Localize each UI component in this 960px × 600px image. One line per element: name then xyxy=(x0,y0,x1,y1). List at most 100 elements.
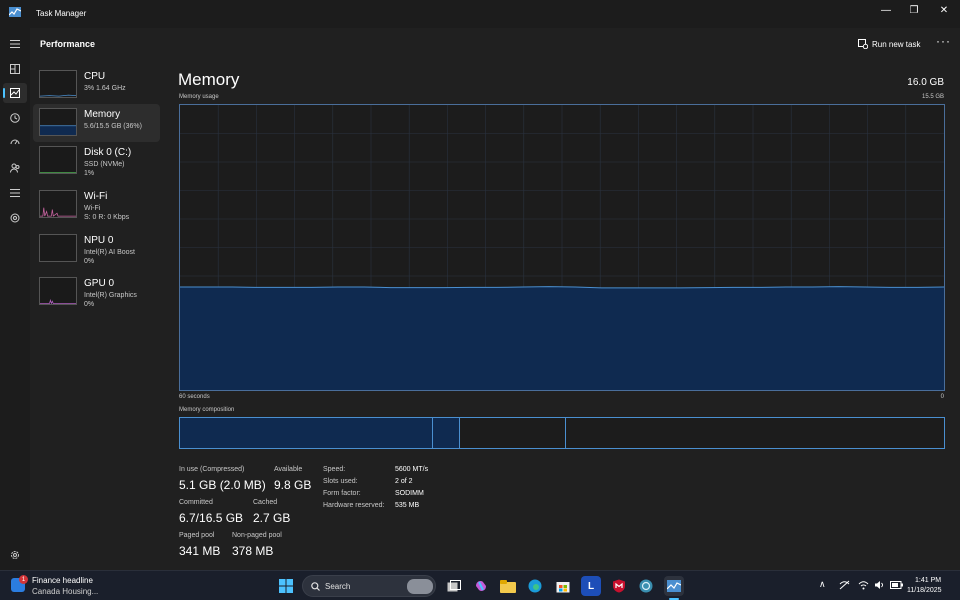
show-hidden-icons-chevron-icon[interactable]: ∧ xyxy=(819,579,826,590)
speed-label: Speed: xyxy=(323,466,346,473)
committed-value: 6.7/16.5 GB xyxy=(179,511,244,525)
form-factor-value: SODIMM xyxy=(395,490,424,497)
battery-icon[interactable] xyxy=(890,581,903,589)
store-button[interactable] xyxy=(553,576,573,596)
sidebar-item-detail: 0% xyxy=(84,258,95,265)
nav-performance[interactable] xyxy=(3,83,27,103)
clock-date[interactable]: 11/18/2025 xyxy=(907,587,942,594)
mcafee-button[interactable] xyxy=(609,576,629,596)
clock-time[interactable]: 1:41 PM xyxy=(915,577,941,584)
npu-thumbnail-graph xyxy=(39,234,77,262)
windows-start-icon xyxy=(279,579,293,593)
startup-icon xyxy=(10,139,20,145)
hardware-reserved-label: Hardware reserved: xyxy=(323,502,385,509)
cached-label: Cached xyxy=(253,499,278,506)
news-headline[interactable]: Finance headline xyxy=(32,576,93,585)
app-circle-button[interactable] xyxy=(636,576,656,596)
available-value: 9.8 GB xyxy=(274,478,312,492)
paged-pool-label: Paged pool xyxy=(179,532,215,539)
gpu-thumbnail-graph xyxy=(39,277,77,305)
edge-browser-button[interactable] xyxy=(525,576,545,596)
nav-settings[interactable] xyxy=(3,545,27,565)
sidebar-item-detail: 3% 1.64 GHz xyxy=(84,85,126,92)
taskbar-search-box[interactable]: Search xyxy=(302,575,436,597)
memory-composition-bar xyxy=(179,417,945,449)
start-button[interactable] xyxy=(276,576,296,596)
slots-used-label: Slots used: xyxy=(323,478,358,485)
window-title: Task Manager xyxy=(36,9,87,18)
more-options-button[interactable]: ··· xyxy=(936,35,951,47)
sidebar-item-label: Disk 0 (C:) xyxy=(84,147,132,158)
restore-button[interactable]: ❐ xyxy=(899,0,929,20)
sidebar-item-disk[interactable]: Disk 0 (C:) SSD (NVMe) 1% xyxy=(33,142,160,180)
minimize-button[interactable]: — xyxy=(871,0,901,20)
wifi-icon[interactable] xyxy=(858,580,869,590)
sidebar-item-label: Memory xyxy=(84,109,121,120)
run-new-task-button[interactable]: Run new task xyxy=(858,37,920,51)
graph-time-start: 60 seconds xyxy=(179,394,210,400)
cpu-thumbnail-graph xyxy=(39,70,77,98)
search-placeholder: Search xyxy=(325,582,351,591)
non-paged-pool-value: 378 MB xyxy=(232,544,274,558)
settings-gear-icon xyxy=(11,551,19,559)
paged-pool-value: 341 MB xyxy=(179,544,221,558)
navigation-rail xyxy=(0,28,30,570)
memory-thumbnail-graph xyxy=(39,108,77,136)
nav-startup-apps[interactable] xyxy=(3,133,27,153)
sidebar-item-label: NPU 0 xyxy=(84,235,114,246)
sidebar-item-cpu[interactable]: CPU 3% 1.64 GHz xyxy=(33,66,160,104)
page-header: Performance Run new task ··· xyxy=(30,28,960,60)
network-off-icon[interactable] xyxy=(839,580,850,590)
history-icon xyxy=(10,113,20,123)
l-app-button[interactable]: L xyxy=(581,576,601,596)
task-view-icon xyxy=(447,580,461,592)
copilot-button[interactable] xyxy=(471,576,491,596)
nav-details[interactable] xyxy=(3,183,27,203)
task-manager-taskbar-button[interactable] xyxy=(664,576,684,596)
task-view-button[interactable] xyxy=(444,576,464,596)
nav-users[interactable] xyxy=(3,158,27,178)
file-explorer-button[interactable] xyxy=(498,576,518,596)
run-task-icon xyxy=(858,39,868,49)
news-subtitle[interactable]: Canada Housing... xyxy=(32,587,98,596)
sidebar-item-npu[interactable]: NPU 0 Intel(R) AI Boost 0% xyxy=(33,230,160,268)
processes-icon xyxy=(10,64,20,74)
taskbar: 1 Finance headline Canada Housing... Sea… xyxy=(0,570,960,600)
performance-sidebar: CPU 3% 1.64 GHz Memory 5.6/15.5 GB (36%)… xyxy=(30,60,166,570)
memory-total: 16.0 GB xyxy=(907,77,944,88)
sidebar-item-label: CPU xyxy=(84,71,106,82)
speed-value: 5600 MT/s xyxy=(395,466,429,473)
memory-title: Memory xyxy=(178,70,240,89)
task-manager-icon xyxy=(667,580,681,592)
search-icon xyxy=(311,582,320,591)
sidebar-item-detail: S: 0 R: 0 Kbps xyxy=(84,214,130,221)
folder-icon xyxy=(500,579,516,593)
nav-app-history[interactable] xyxy=(3,108,27,128)
disk-thumbnail-graph xyxy=(39,146,77,174)
graph-time-end: 0 xyxy=(940,394,944,400)
composition-in-use xyxy=(180,418,433,448)
news-badge: 1 xyxy=(19,575,28,584)
sidebar-item-memory[interactable]: Memory 5.6/15.5 GB (36%) xyxy=(33,104,160,142)
sidebar-item-wifi[interactable]: Wi-Fi Wi-Fi S: 0 R: 0 Kbps xyxy=(33,186,160,224)
edge-icon xyxy=(528,579,542,593)
composition-modified xyxy=(432,418,459,448)
sidebar-item-gpu[interactable]: GPU 0 Intel(R) Graphics 0% xyxy=(33,273,160,311)
sidebar-item-detail: Intel(R) AI Boost xyxy=(84,249,135,256)
memory-usage-label: Memory usage xyxy=(179,94,219,100)
close-button[interactable]: ✕ xyxy=(929,0,959,20)
title-bar: Task Manager — ❐ ✕ xyxy=(0,0,960,28)
in-use-label: In use (Compressed) xyxy=(179,466,245,473)
available-label: Available xyxy=(274,466,303,473)
sidebar-item-detail: SSD (NVMe) xyxy=(84,161,125,168)
hamburger-menu-button[interactable] xyxy=(3,34,27,54)
hardware-reserved-value: 535 MB xyxy=(395,502,420,509)
services-icon xyxy=(10,213,20,223)
volume-icon[interactable] xyxy=(874,580,885,590)
sidebar-item-label: GPU 0 xyxy=(84,278,115,289)
wifi-thumbnail-graph xyxy=(39,190,77,218)
hamburger-icon xyxy=(10,40,20,48)
nav-services[interactable] xyxy=(3,208,27,228)
page-title: Performance xyxy=(40,39,96,49)
nav-processes[interactable] xyxy=(3,59,27,79)
